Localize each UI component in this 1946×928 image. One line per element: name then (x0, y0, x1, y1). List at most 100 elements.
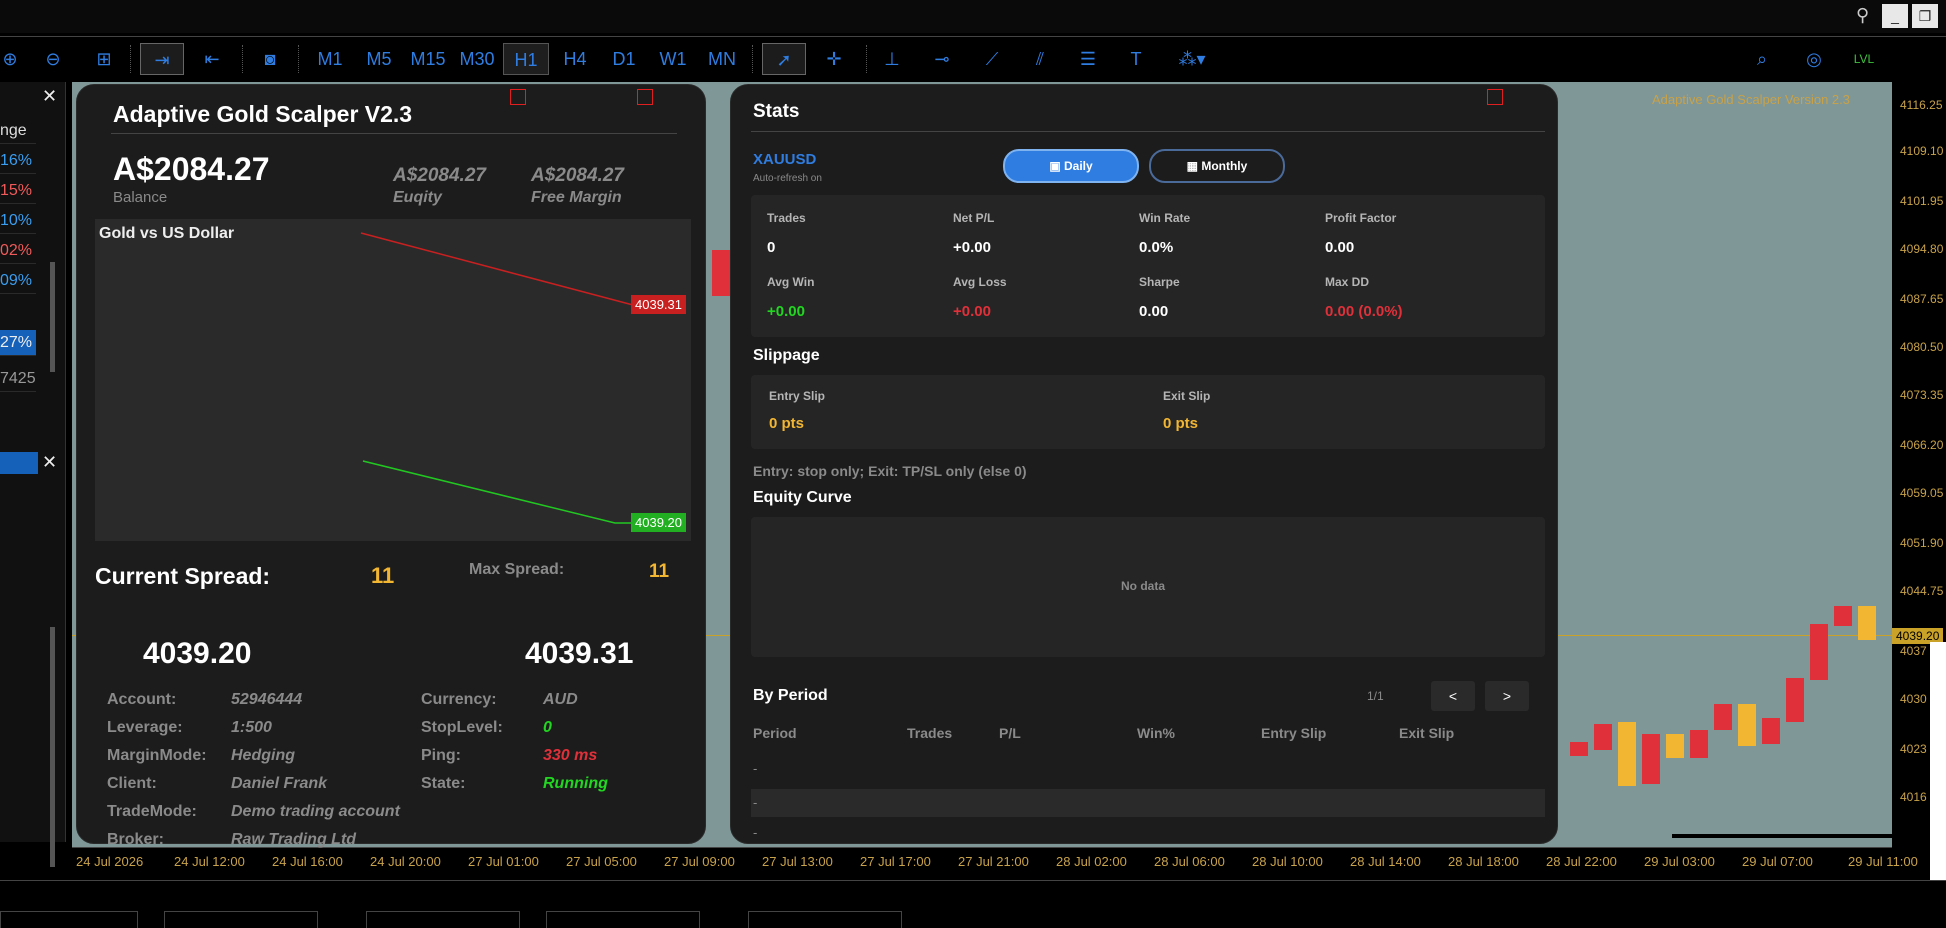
equity-title: Equity Curve (753, 489, 852, 506)
tab-m15[interactable]: M15 (405, 43, 451, 75)
bid-price-large: 4039.20 (143, 637, 252, 670)
close-icon[interactable]: ✕ (42, 86, 57, 107)
bottom-tabbar (0, 880, 1946, 928)
crosshair-icon[interactable]: ✛ (812, 43, 856, 75)
close-marker[interactable] (637, 89, 653, 105)
info-label: Broker: (107, 831, 164, 848)
time-label: 27 Jul 05:00 (566, 854, 637, 869)
chart-shift-icon[interactable]: ⇤ (192, 43, 232, 75)
panel-title: Adaptive Gold Scalper V2.3 (113, 101, 413, 127)
restore-button[interactable]: ❐ (1912, 4, 1938, 28)
tab-h4[interactable]: H4 (552, 43, 598, 75)
column-header: Exit Slip (1399, 725, 1455, 741)
search-icon[interactable]: ⌕ (1744, 43, 1780, 75)
tab-m5[interactable]: M5 (356, 43, 402, 75)
text-icon[interactable]: T (1114, 43, 1158, 75)
prev-page-button[interactable]: < (1431, 681, 1475, 711)
autoscroll-icon[interactable]: ⇥ (140, 43, 184, 75)
time-label: 28 Jul 14:00 (1350, 854, 1421, 869)
chart-tab[interactable] (366, 911, 520, 928)
horizontal-line-icon[interactable]: ⊸ (920, 43, 964, 75)
tile-windows-icon[interactable]: ⊞ (88, 43, 120, 75)
chart-tab[interactable] (748, 911, 902, 928)
zoom-out-icon[interactable]: ⊖ (38, 43, 68, 75)
entry-slip-value: 0 pts (769, 415, 805, 432)
list-item[interactable]: nge (0, 118, 36, 144)
cursor-icon[interactable]: ➚ (762, 43, 806, 75)
shapes-icon[interactable]: ⁂▾ (1164, 43, 1220, 75)
next-page-button[interactable]: > (1485, 681, 1529, 711)
time-label: 28 Jul 10:00 (1252, 854, 1323, 869)
mini-chart-lines (360, 232, 634, 524)
tab-w1[interactable]: W1 (650, 43, 696, 75)
scrollbar[interactable] (50, 262, 55, 372)
time-label: 27 Jul 09:00 (664, 854, 735, 869)
spread-label: Current Spread: (95, 563, 271, 589)
level-icon[interactable]: LVL (1846, 43, 1882, 75)
table-row: - (753, 825, 758, 840)
close-marker[interactable] (510, 89, 526, 105)
monthly-button[interactable]: ▦ Monthly (1149, 149, 1285, 183)
entry-slip-label: Entry Slip (769, 389, 826, 403)
auto-refresh-label: Auto-refresh on (753, 173, 822, 184)
mini-chart: Gold vs US Dollar 4039.31 4039.20 (95, 219, 691, 541)
info-value: AUD (543, 691, 578, 708)
time-label: 27 Jul 01:00 (468, 854, 539, 869)
account-icon[interactable]: ◎ (1796, 43, 1832, 75)
chart-tab[interactable] (546, 911, 700, 928)
time-label: 27 Jul 17:00 (860, 854, 931, 869)
column-header: Trades (907, 725, 953, 741)
screenshot-icon[interactable]: ◙ (252, 43, 288, 75)
list-item[interactable]: 15% (0, 178, 36, 204)
fibonacci-icon[interactable]: ☰ (1066, 43, 1110, 75)
info-value: Running (543, 775, 608, 792)
price-label: 4037 (1900, 644, 1927, 658)
close-icon[interactable]: ✕ (42, 452, 57, 473)
price-label: 4073.35 (1900, 388, 1944, 402)
list-item[interactable]: 10% (0, 208, 36, 234)
tab-mn[interactable]: MN (699, 43, 745, 75)
list-item[interactable]: 02% (0, 238, 36, 264)
candle (1690, 730, 1708, 758)
chart-tab[interactable] (164, 911, 318, 928)
time-label: 27 Jul 21:00 (958, 854, 1029, 869)
scrollbar[interactable] (50, 627, 55, 867)
price-label: 4094.80 (1900, 242, 1944, 256)
chart-tab[interactable] (0, 911, 138, 928)
daily-button[interactable]: ▣ Daily (1003, 149, 1139, 183)
title-divider (751, 131, 1545, 132)
metric-value: 0 (767, 239, 776, 256)
list-item[interactable]: 16% (0, 148, 36, 174)
title-divider (111, 133, 677, 134)
vertical-line-icon[interactable]: ⊥ (872, 43, 912, 75)
list-item[interactable]: 7425 (0, 366, 36, 392)
tab-h1[interactable]: H1 (503, 43, 549, 75)
list-item[interactable]: 09% (0, 268, 36, 294)
info-value: 330 ms (543, 747, 598, 764)
table-header: Period Trades P/L Win% Entry Slip Exit S… (751, 725, 1545, 745)
metric-label: Sharpe (1139, 275, 1180, 289)
time-label: 28 Jul 02:00 (1056, 854, 1127, 869)
channel-icon[interactable]: ⫽ (1018, 43, 1062, 75)
minimize-button[interactable]: _ (1882, 4, 1908, 28)
metric-value: 0.00 (1139, 303, 1169, 320)
close-marker[interactable] (1487, 89, 1503, 105)
tab-m30[interactable]: M30 (454, 43, 500, 75)
candle (1642, 734, 1660, 784)
stats-panel: Stats XAUUSD Auto-refresh on ▣ Daily ▦ M… (730, 84, 1558, 844)
balance-label: Balance (113, 189, 168, 206)
column-header: Period (753, 725, 797, 741)
pin-icon[interactable]: ⚲ (1856, 5, 1869, 26)
tab-m1[interactable]: M1 (307, 43, 353, 75)
tab-d1[interactable]: D1 (601, 43, 647, 75)
trendline-icon[interactable]: ⟋ (970, 43, 1014, 75)
candle (1594, 724, 1612, 750)
candle (1762, 718, 1780, 744)
exit-slip-value: 0 pts (1163, 415, 1199, 432)
time-label: 24 Jul 2026 (76, 854, 144, 869)
candle (1858, 606, 1876, 640)
list-item[interactable]: 27% (0, 330, 36, 356)
time-label: 24 Jul 12:00 (174, 854, 245, 869)
zoom-in-icon[interactable]: ⊕ (0, 43, 20, 75)
free-margin-label: Free Margin (531, 189, 622, 206)
